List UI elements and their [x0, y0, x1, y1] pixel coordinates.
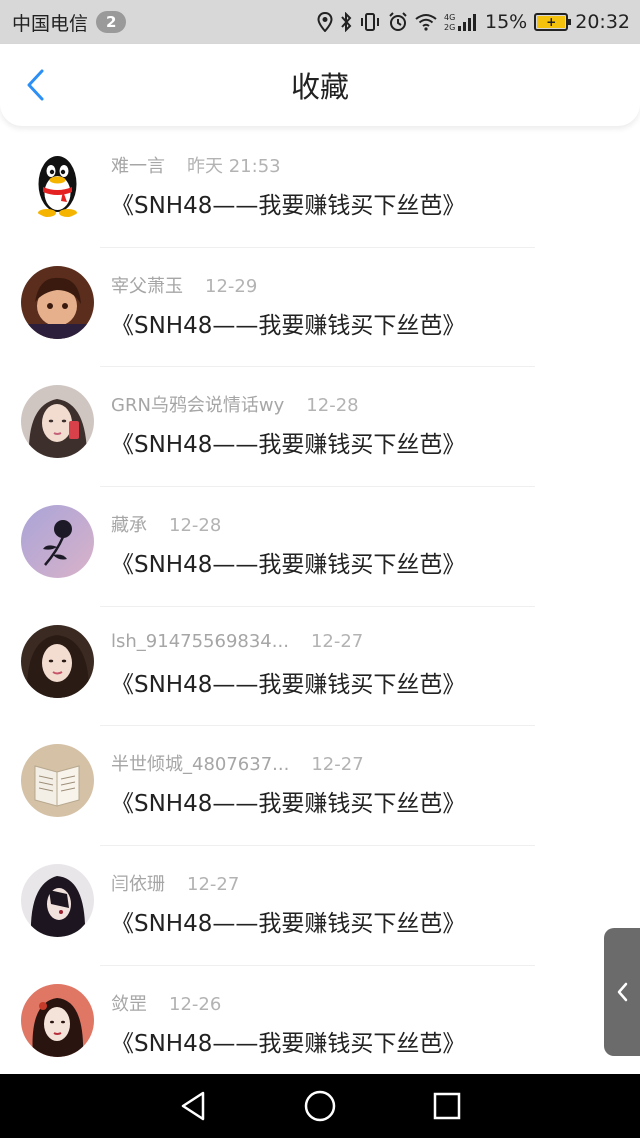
svg-text:4G: 4G [444, 13, 455, 22]
battery-charging-symbol: + [537, 15, 566, 29]
avatar[interactable] [21, 505, 94, 579]
list-item[interactable]: 难一言 昨天 21:53 《SNH48——我要赚钱买下丝芭》 [0, 128, 640, 248]
favorite-title: 《SNH48——我要赚钱买下丝芭》 [111, 791, 466, 818]
author-name: GRN乌鸦会说情话wy [111, 395, 285, 417]
list-item[interactable]: 闫依珊 12-27 《SNH48——我要赚钱买下丝芭》 [0, 846, 640, 966]
alarm-icon [388, 12, 408, 32]
rose-silhouette-avatar [21, 505, 94, 579]
avatar[interactable] [21, 385, 94, 459]
wifi-icon [415, 13, 437, 31]
back-button[interactable] [18, 68, 52, 102]
timestamp: 12-26 [169, 993, 222, 1015]
nav-recents-button[interactable] [423, 1082, 471, 1130]
item-meta: 藏承 12-28 [111, 511, 221, 537]
back-triangle-icon [182, 1091, 205, 1121]
anime-boy-avatar [21, 265, 94, 339]
ink-girl-avatar [21, 983, 94, 1057]
avatar[interactable] [21, 624, 94, 698]
timestamp: 昨天 21:53 [187, 156, 281, 177]
timestamp: 12-27 [311, 754, 364, 776]
avatar[interactable] [21, 265, 94, 339]
favorite-title: 《SNH48——我要赚钱买下丝芭》 [111, 911, 466, 938]
open-book-avatar [21, 744, 94, 818]
battery-icon: + [534, 13, 572, 31]
timestamp: 12-27 [187, 874, 240, 896]
favorite-title: 《SNH48——我要赚钱买下丝芭》 [111, 193, 466, 219]
carrier-label: 中国电信 [12, 12, 89, 35]
author-name: 闫依珊 [111, 874, 165, 896]
avatar[interactable] [21, 744, 94, 818]
bluetooth-icon [340, 12, 352, 32]
author-name: lsh_91475569834... [111, 630, 289, 652]
favorite-title: 《SNH48——我要赚钱买下丝芭》 [111, 671, 466, 698]
svg-text:2G: 2G [444, 23, 455, 32]
location-icon [317, 12, 333, 32]
girl-portrait-avatar [21, 624, 94, 698]
app-header: 收藏 [0, 44, 640, 126]
favorites-list: 难一言 昨天 21:53 《SNH48——我要赚钱买下丝芭》 宰父萧玉 12-2… [0, 128, 640, 1086]
item-meta: 半世倾城_4807637... 12-27 [111, 750, 364, 776]
author-name: 宰父萧玉 [111, 275, 183, 297]
author-name: 藏承 [111, 515, 147, 537]
author-name: 难一言 [111, 156, 165, 177]
clock: 20:32 [575, 11, 630, 33]
recents-square-icon [433, 1092, 460, 1120]
list-item[interactable]: 藏承 12-28 《SNH48——我要赚钱买下丝芭》 [0, 487, 640, 607]
vibrate-icon [359, 12, 381, 32]
list-item[interactable]: 宰父萧玉 12-29 《SNH48——我要赚钱买下丝芭》 [0, 248, 640, 368]
list-item[interactable]: lsh_91475569834... 12-27 《SNH48——我要赚钱买下丝… [0, 607, 640, 727]
favorite-title: 《SNH48——我要赚钱买下丝芭》 [111, 312, 466, 339]
item-meta: 敛罡 12-26 [111, 990, 221, 1016]
item-meta: 宰父萧玉 12-29 [111, 272, 257, 298]
timestamp: 12-28 [169, 515, 222, 537]
list-item[interactable]: 敛罡 12-26 《SNH48——我要赚钱买下丝芭》 [0, 966, 640, 1086]
timestamp: 12-28 [306, 395, 359, 417]
favorite-title: 《SNH48——我要赚钱买下丝芭》 [111, 552, 466, 579]
chevron-left-icon [27, 69, 44, 101]
qq-penguin-icon [21, 146, 94, 219]
timestamp: 12-29 [205, 275, 258, 297]
avatar[interactable] [21, 146, 94, 219]
item-meta: lsh_91475569834... 12-27 [111, 631, 363, 652]
favorite-title: 《SNH48——我要赚钱买下丝芭》 [111, 432, 466, 459]
status-bar: 中国电信 2 4G 2G 15% + 20:32 [0, 0, 640, 44]
status-indicators: 4G 2G 15% + 20:32 [317, 11, 630, 33]
chevron-left-icon [617, 982, 628, 1002]
favorite-title: 《SNH48——我要赚钱买下丝芭》 [111, 1030, 466, 1057]
battery-percent: 15% [485, 11, 528, 33]
home-circle-icon [304, 1090, 336, 1122]
item-meta: 难一言 昨天 21:53 [111, 152, 281, 178]
girl-photo-avatar [21, 385, 94, 459]
nav-home-button[interactable] [296, 1082, 344, 1130]
list-item[interactable]: GRN乌鸦会说情话wy 12-28 《SNH48——我要赚钱买下丝芭》 [0, 367, 640, 488]
author-name: 敛罡 [111, 993, 147, 1015]
timestamp: 12-27 [310, 630, 364, 652]
list-item[interactable]: 半世倾城_4807637... 12-27 《SNH48——我要赚钱买下丝芭》 [0, 726, 640, 847]
anime-dark-avatar [21, 864, 94, 938]
page-title: 收藏 [290, 70, 349, 104]
notification-count-badge: 2 [96, 11, 127, 33]
side-drawer-handle[interactable] [604, 928, 640, 1056]
author-name: 半世倾城_4807637... [111, 754, 290, 776]
item-meta: GRN乌鸦会说情话wy 12-28 [111, 391, 359, 417]
nav-back-button[interactable] [169, 1082, 217, 1130]
avatar[interactable] [21, 983, 94, 1057]
item-meta: 闫依珊 12-27 [111, 870, 239, 896]
cellular-signal-icon: 4G 2G [444, 12, 478, 32]
avatar[interactable] [21, 864, 94, 938]
system-navigation-bar [0, 1074, 640, 1138]
